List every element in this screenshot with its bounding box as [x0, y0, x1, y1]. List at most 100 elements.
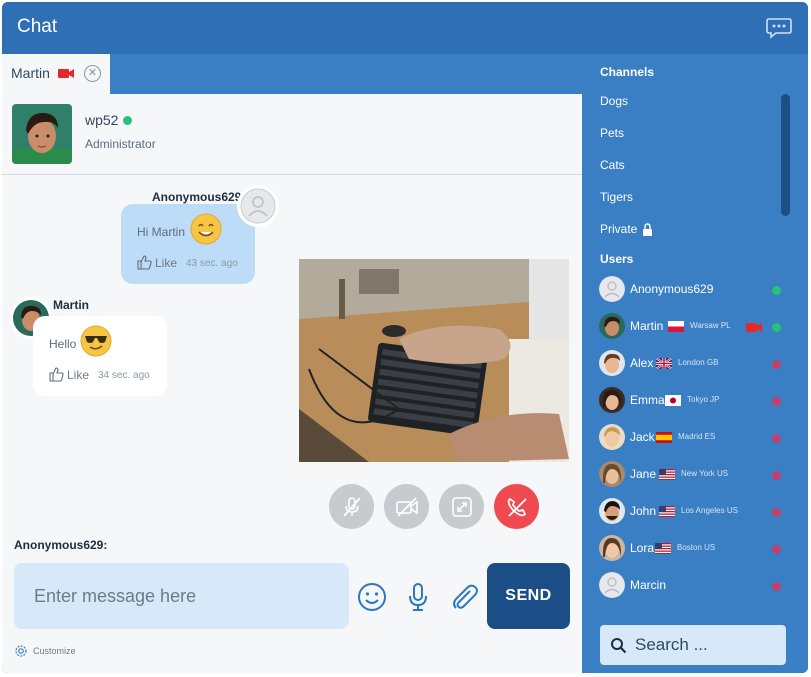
offline-status-dot: [772, 545, 781, 554]
thumbs-up-icon: [137, 255, 152, 270]
video-off-icon: [395, 496, 418, 517]
channel-item-private[interactable]: Private: [600, 222, 653, 236]
user-name: John: [630, 504, 657, 518]
poland-flag-icon: [668, 321, 684, 332]
user-name: Anonymous629: [630, 282, 714, 296]
send-button[interactable]: SEND: [487, 563, 570, 629]
tab-bar: Martin ✕: [2, 54, 582, 94]
user-item-martin[interactable]: Martin Warsaw PL: [599, 313, 789, 341]
phone-hangup-icon: [507, 497, 527, 517]
spain-flag-icon: [656, 432, 672, 443]
user-name: Martin: [630, 319, 664, 333]
gear-icon: [15, 645, 27, 657]
message-text: Hi Martin: [137, 225, 186, 239]
avatar: [599, 572, 625, 598]
user-name: Jane: [630, 467, 657, 481]
like-label: Like: [155, 255, 178, 270]
channel-label: Private: [600, 222, 638, 236]
microphone-icon[interactable]: [402, 581, 434, 613]
like-label: Like: [67, 367, 90, 382]
message-time: 43 sec. ago: [186, 258, 238, 269]
fullscreen-button[interactable]: [439, 484, 484, 529]
user-name: Alex: [630, 356, 654, 370]
customize-link[interactable]: Customize: [14, 644, 76, 658]
usa-flag-icon: [659, 506, 675, 517]
tab-label: Martin: [11, 65, 50, 81]
avatar: [12, 104, 72, 164]
search-input[interactable]: [635, 635, 775, 655]
user-location: New York US: [681, 469, 729, 478]
user-item-marcin[interactable]: Marcin: [599, 572, 789, 600]
like-button[interactable]: Like: [49, 367, 89, 382]
user-location: Los Angeles US: [681, 506, 738, 515]
offline-status-dot: [772, 508, 781, 517]
user-item-john[interactable]: John Los Angeles US: [599, 498, 789, 526]
avatar: [599, 498, 625, 524]
message-time: 34 sec. ago: [98, 370, 150, 381]
avatar: [599, 387, 625, 413]
channel-item-cats[interactable]: Cats: [600, 158, 625, 172]
user-name: Jack: [630, 430, 655, 444]
emoji-icon[interactable]: [356, 581, 388, 613]
smiling-emoji-icon: [190, 213, 222, 245]
offline-status-dot: [772, 360, 781, 369]
user-location: Madrid ES: [678, 432, 716, 441]
avatar: [599, 535, 625, 561]
paperclip-icon[interactable]: [448, 581, 480, 613]
user-item-jane[interactable]: Jane New York US: [599, 461, 789, 489]
channel-label: Dogs: [600, 94, 629, 108]
avatar: [599, 313, 625, 339]
window-title: Chat: [17, 16, 58, 37]
channel-item-tigers[interactable]: Tigers: [600, 190, 633, 204]
japan-flag-icon: [665, 395, 681, 406]
channels-scrollbar[interactable]: [781, 94, 790, 216]
message-text: Hello: [49, 337, 77, 351]
message-input[interactable]: [14, 563, 349, 629]
channel-item-pets[interactable]: Pets: [600, 126, 624, 140]
avatar: [599, 276, 625, 302]
usa-flag-icon: [659, 469, 675, 480]
user-item-anonymous629[interactable]: Anonymous629: [599, 276, 789, 304]
user-search[interactable]: [600, 625, 786, 665]
video-camera-icon: [746, 323, 762, 332]
like-button[interactable]: Like: [137, 255, 177, 270]
channel-label: Pets: [600, 126, 625, 140]
user-location: Warsaw PL: [690, 321, 731, 330]
microphone-off-icon: [342, 496, 361, 517]
message-author: Martin: [53, 298, 89, 312]
channels-heading: Channels: [600, 65, 655, 79]
lock-icon: [643, 222, 653, 236]
avatar: [237, 185, 279, 227]
offline-status-dot: [772, 397, 781, 406]
close-tab-icon[interactable]: ✕: [84, 65, 101, 82]
hang-up-button[interactable]: [494, 484, 539, 529]
user-item-emma[interactable]: Emma Tokyo JP: [599, 387, 789, 415]
user-item-jack[interactable]: Jack Madrid ES: [599, 424, 789, 452]
mute-microphone-button[interactable]: [329, 484, 374, 529]
channel-label: Cats: [600, 158, 625, 172]
user-location: Boston US: [677, 543, 716, 552]
sunglasses-emoji-icon: [80, 325, 112, 357]
user-item-lora[interactable]: Lora Boston US: [599, 535, 789, 563]
online-status-dot: [772, 323, 781, 332]
users-heading: Users: [600, 252, 634, 266]
user-location: Tokyo JP: [687, 395, 720, 404]
thumbs-up-icon: [49, 367, 64, 382]
profile-header: wp52 Administrator: [2, 94, 582, 175]
user-item-alex[interactable]: Alex London GB: [599, 350, 789, 378]
customize-label: Customize: [33, 646, 76, 656]
message-bubble: Hello Like 34 sec. ago: [33, 316, 167, 396]
offline-status-dot: [772, 582, 781, 591]
sidebar: Channels Dogs Pets Cats Tigers Private U…: [582, 54, 808, 673]
camera-off-button[interactable]: [384, 484, 429, 529]
chat-bubble-icon[interactable]: [766, 17, 792, 39]
tab-martin[interactable]: Martin ✕: [2, 54, 110, 94]
sender-label: Anonymous629:: [14, 538, 108, 552]
video-stream: [299, 259, 569, 462]
online-status-dot: [772, 286, 781, 295]
user-name: Emma: [630, 393, 665, 407]
channel-item-dogs[interactable]: Dogs: [600, 94, 628, 108]
user-location: London GB: [678, 358, 719, 367]
user-name: Lora: [630, 541, 655, 555]
expand-icon: [451, 496, 472, 517]
